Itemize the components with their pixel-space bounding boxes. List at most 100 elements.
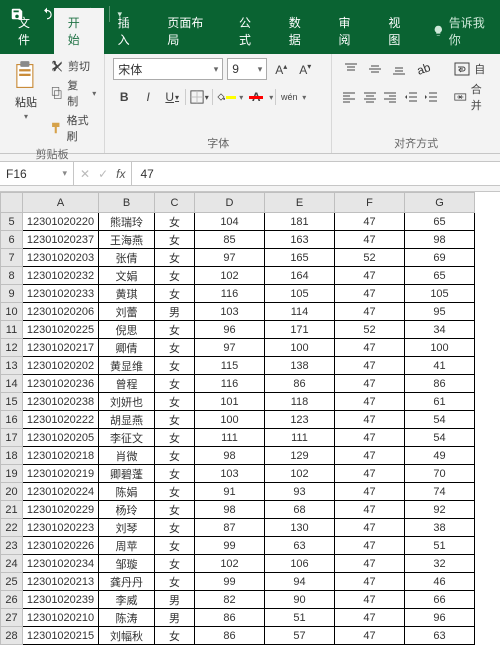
cell[interactable]: 女 — [155, 537, 195, 555]
cell[interactable]: 47 — [335, 411, 405, 429]
cell[interactable]: 165 — [265, 249, 335, 267]
row-header[interactable]: 26 — [1, 591, 23, 609]
cell[interactable]: 118 — [265, 393, 335, 411]
row-header[interactable]: 21 — [1, 501, 23, 519]
cell[interactable]: 90 — [265, 591, 335, 609]
cell[interactable]: 女 — [155, 519, 195, 537]
cell[interactable]: 82 — [195, 591, 265, 609]
cell[interactable]: 94 — [265, 573, 335, 591]
cell[interactable]: 12301020232 — [23, 267, 99, 285]
cancel-formula-icon[interactable]: ✕ — [80, 167, 90, 181]
cell[interactable]: 黄显维 — [99, 357, 155, 375]
cell[interactable]: 刘蕾 — [99, 303, 155, 321]
cell[interactable]: 肖微 — [99, 447, 155, 465]
cell[interactable]: 女 — [155, 249, 195, 267]
cell[interactable]: 李威 — [99, 591, 155, 609]
column-header-E[interactable]: E — [265, 193, 335, 213]
cell[interactable]: 卿碧蓬 — [99, 465, 155, 483]
cell[interactable]: 12301020225 — [23, 321, 99, 339]
cell[interactable]: 文娟 — [99, 267, 155, 285]
cell[interactable]: 129 — [265, 447, 335, 465]
cell[interactable]: 47 — [335, 267, 405, 285]
cell[interactable]: 65 — [405, 213, 475, 231]
cell[interactable]: 12301020229 — [23, 501, 99, 519]
align-right-button[interactable] — [381, 86, 399, 108]
cell[interactable]: 女 — [155, 555, 195, 573]
merge-button[interactable]: 合并 — [450, 86, 492, 108]
row-header[interactable]: 20 — [1, 483, 23, 501]
cell[interactable]: 47 — [335, 537, 405, 555]
cell[interactable]: 96 — [195, 321, 265, 339]
row-header[interactable]: 25 — [1, 573, 23, 591]
cell[interactable]: 99 — [195, 537, 265, 555]
tab-file[interactable]: 文件 — [4, 8, 54, 54]
cell[interactable]: 47 — [335, 501, 405, 519]
cell[interactable]: 女 — [155, 627, 195, 645]
cell[interactable]: 女 — [155, 339, 195, 357]
cell[interactable]: 女 — [155, 447, 195, 465]
cell[interactable]: 47 — [335, 375, 405, 393]
cell[interactable]: 男 — [155, 591, 195, 609]
cell[interactable]: 116 — [195, 285, 265, 303]
name-box[interactable]: F16 ▾ — [0, 162, 74, 185]
cell[interactable]: 12301020217 — [23, 339, 99, 357]
cell[interactable]: 47 — [335, 465, 405, 483]
cell[interactable]: 54 — [405, 411, 475, 429]
cell[interactable]: 32 — [405, 555, 475, 573]
row-header[interactable]: 8 — [1, 267, 23, 285]
cell[interactable]: 女 — [155, 573, 195, 591]
cell[interactable]: 杨玲 — [99, 501, 155, 519]
cell[interactable]: 105 — [405, 285, 475, 303]
cell[interactable]: 女 — [155, 357, 195, 375]
cell[interactable]: 12301020236 — [23, 375, 99, 393]
cell[interactable]: 46 — [405, 573, 475, 591]
row-header[interactable]: 9 — [1, 285, 23, 303]
cell[interactable]: 女 — [155, 267, 195, 285]
copy-button[interactable]: 复制 ▾ — [50, 77, 96, 109]
row-header[interactable]: 18 — [1, 447, 23, 465]
cell[interactable]: 12301020223 — [23, 519, 99, 537]
cell[interactable]: 12301020220 — [23, 213, 99, 231]
cell[interactable]: 李征文 — [99, 429, 155, 447]
cell[interactable]: 47 — [335, 357, 405, 375]
row-header[interactable]: 22 — [1, 519, 23, 537]
cell[interactable]: 115 — [195, 357, 265, 375]
cell[interactable]: 12301020203 — [23, 249, 99, 267]
cell[interactable]: 66 — [405, 591, 475, 609]
increase-indent-button[interactable] — [422, 86, 440, 108]
cell[interactable]: 12301020234 — [23, 555, 99, 573]
tab-view[interactable]: 视图 — [374, 8, 424, 54]
tab-insert[interactable]: 插入 — [104, 8, 154, 54]
cell[interactable]: 陈涛 — [99, 609, 155, 627]
cell[interactable]: 王海燕 — [99, 231, 155, 249]
column-header-B[interactable]: B — [99, 193, 155, 213]
cell[interactable]: 47 — [335, 609, 405, 627]
cell[interactable]: 刘妍也 — [99, 393, 155, 411]
cell[interactable]: 101 — [195, 393, 265, 411]
cell[interactable]: 47 — [335, 591, 405, 609]
formula-input[interactable]: 47 — [132, 162, 500, 185]
cell[interactable]: 52 — [335, 321, 405, 339]
cell[interactable]: 47 — [335, 429, 405, 447]
cell[interactable]: 98 — [195, 501, 265, 519]
cell[interactable]: 47 — [335, 555, 405, 573]
cell[interactable]: 51 — [405, 537, 475, 555]
cell[interactable]: 86 — [265, 375, 335, 393]
worksheet[interactable]: ABCDEFG 512301020220熊瑞玲女1041814765612301… — [0, 192, 500, 645]
cell[interactable]: 102 — [195, 267, 265, 285]
cell[interactable]: 74 — [405, 483, 475, 501]
cell[interactable]: 12301020215 — [23, 627, 99, 645]
cell[interactable]: 47 — [335, 213, 405, 231]
cell[interactable]: 刘琴 — [99, 519, 155, 537]
cell[interactable]: 49 — [405, 447, 475, 465]
cell[interactable]: 12301020218 — [23, 447, 99, 465]
cell[interactable]: 女 — [155, 429, 195, 447]
cell[interactable]: 张倩 — [99, 249, 155, 267]
row-header[interactable]: 7 — [1, 249, 23, 267]
cell[interactable]: 34 — [405, 321, 475, 339]
cell[interactable]: 68 — [265, 501, 335, 519]
cell[interactable]: 105 — [265, 285, 335, 303]
cell[interactable]: 47 — [335, 339, 405, 357]
align-left-button[interactable] — [340, 86, 358, 108]
phonetic-button[interactable]: wén — [278, 86, 300, 108]
